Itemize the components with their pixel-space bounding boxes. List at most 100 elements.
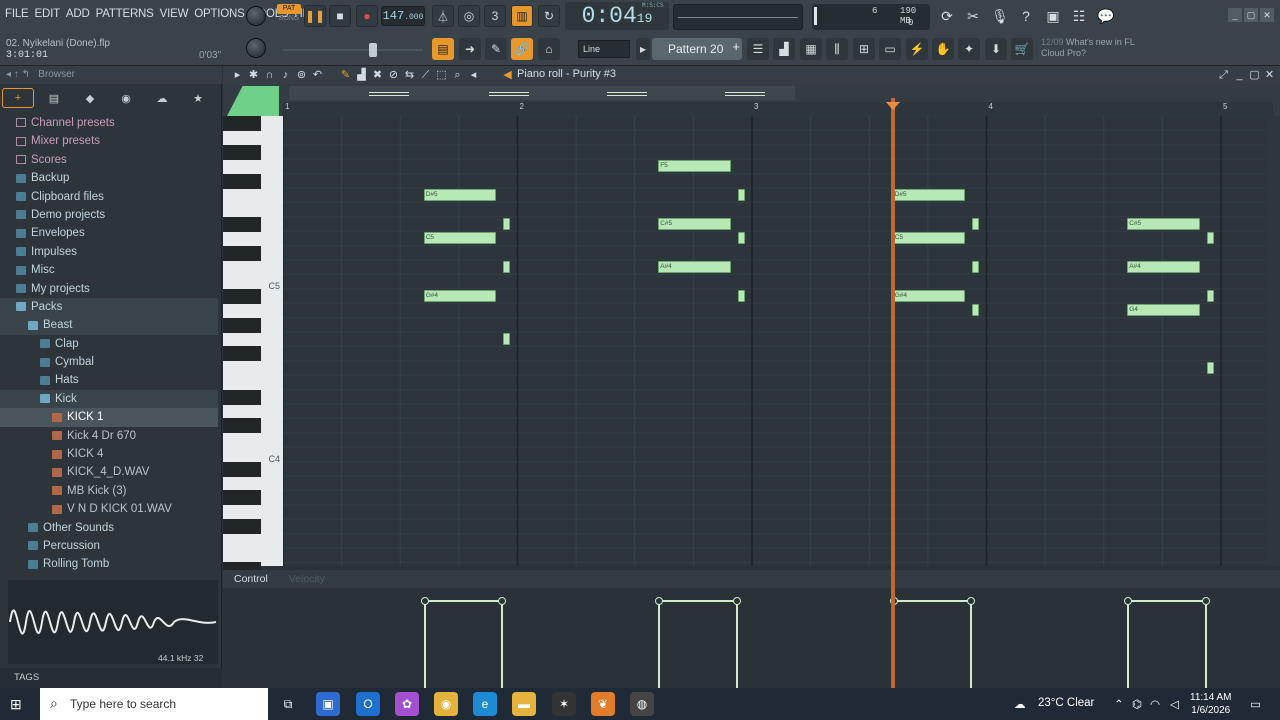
next-button[interactable]: ➜ <box>459 38 481 60</box>
close-button[interactable]: ✕ <box>1260 8 1274 22</box>
menu-file[interactable]: FILE <box>4 8 30 20</box>
draw-button[interactable]: ✎ <box>485 38 507 60</box>
channel-rack-button[interactable]: ☰ <box>747 38 769 60</box>
browser-item[interactable]: Impulses <box>0 243 218 261</box>
file-explorer-icon[interactable]: ▬ <box>512 692 536 716</box>
playhead-marker[interactable] <box>886 102 900 110</box>
black-key[interactable] <box>223 288 261 304</box>
browser-item[interactable]: Kick 4 Dr 670 <box>0 427 218 445</box>
close-icon[interactable]: ✕ <box>1263 69 1276 82</box>
browser-item[interactable]: Hats <box>0 371 218 389</box>
browser-item[interactable]: Packs <box>0 297 218 317</box>
taskbar-search[interactable]: ⌕ Type here to search <box>40 688 268 720</box>
browser-item[interactable]: Clipboard files <box>0 188 218 206</box>
detach-icon[interactable]: ⤢ <box>1217 69 1230 82</box>
system-clock[interactable]: 11:14 AM 1/6/2026 <box>1190 691 1232 717</box>
menu-add[interactable]: ADD <box>65 8 91 20</box>
channel-color-tab[interactable] <box>227 86 279 116</box>
control-parameter[interactable]: Velocity <box>289 573 325 585</box>
pattern-selector[interactable]: Pattern 20 + <box>652 38 742 60</box>
piano-roll-note[interactable] <box>503 261 511 273</box>
wait-input-button[interactable]: ◎ <box>458 5 480 27</box>
edison-button[interactable]: ✦ <box>958 38 980 60</box>
menu-arrow-icon[interactable]: ▸ <box>231 69 244 82</box>
select-icon[interactable]: ⬚ <box>435 69 448 82</box>
piano-roll-note[interactable]: A#4 <box>658 261 731 273</box>
piano-roll-note[interactable]: G#4 <box>423 289 497 302</box>
piano-roll-note[interactable] <box>1206 361 1214 374</box>
slider-handle[interactable] <box>369 43 377 57</box>
browser-item[interactable]: KICK 1 <box>0 408 218 427</box>
outlook-icon[interactable]: O <box>356 692 380 716</box>
chrome-icon[interactable]: ◉ <box>434 692 458 716</box>
copilot-icon[interactable]: ✿ <box>395 692 419 716</box>
black-key[interactable] <box>223 461 261 477</box>
weather-text[interactable]: 23°C Clear <box>1038 697 1094 709</box>
link-button[interactable]: 🔗 <box>511 38 533 60</box>
stop-button[interactable]: ■ <box>329 5 351 27</box>
browser-button[interactable]: ⊞ <box>853 38 875 60</box>
pencil-icon[interactable]: ✎ <box>339 69 352 82</box>
tempo-display[interactable]: 147.000 <box>381 6 425 26</box>
browser-item[interactable]: Percussion <box>0 537 218 555</box>
maximize-icon[interactable]: ▢ <box>1248 69 1261 82</box>
piano-roll-note[interactable]: D#5 <box>423 189 497 201</box>
fl-plugin-icon[interactable]: ✶ <box>552 692 576 716</box>
piano-roll-timeline[interactable]: 1 2 3 4 5 <box>223 84 1280 116</box>
browser-item[interactable]: Clap <box>0 335 218 353</box>
browser-item[interactable]: Misc <box>0 261 218 279</box>
time-display[interactable]: M:S:CS 0:0419 <box>565 2 669 30</box>
feedback-button[interactable]: 💬 <box>1095 5 1117 27</box>
browser-item[interactable]: Beast <box>0 316 218 335</box>
song-mode[interactable]: SONG <box>277 14 301 24</box>
note-grid[interactable]: D#5 C5 G#4 F5 C#5 A#4 D#5 C5 G#4 C#5 A#4 G4 <box>283 116 1266 566</box>
piano-roll-note[interactable] <box>972 261 980 273</box>
save-button[interactable]: ▣ <box>1042 5 1064 27</box>
minimize-button[interactable]: _ <box>1228 8 1242 22</box>
menu-options[interactable]: OPTIONS <box>193 8 245 20</box>
playhead[interactable] <box>891 98 895 688</box>
tray-chevron-icon[interactable]: ⌃ <box>1114 697 1124 711</box>
target-icon[interactable]: ⊚ <box>295 69 308 82</box>
piano-roll-note[interactable] <box>972 304 980 317</box>
overview-strip[interactable] <box>289 86 795 100</box>
menu-view[interactable]: VIEW <box>159 8 190 20</box>
all-tab-icon[interactable]: + <box>2 88 34 108</box>
edge-icon[interactable]: e <box>473 692 497 716</box>
piano-roll-button[interactable]: ▟ <box>773 38 795 60</box>
black-key[interactable] <box>223 144 261 160</box>
undo-icon[interactable]: ↶ <box>311 69 324 82</box>
pat-mode[interactable]: PAT <box>277 4 301 14</box>
browser-item[interactable]: KICK 4 <box>0 445 218 463</box>
browser-item[interactable]: Kick <box>0 389 218 409</box>
windows-start-icon[interactable]: ⊞ <box>10 696 26 712</box>
velocity-bar[interactable] <box>655 597 741 688</box>
task-view-icon[interactable]: ⧉ <box>276 692 300 716</box>
store-icon[interactable]: ▣ <box>316 692 340 716</box>
piano-roll-note[interactable]: C#5 <box>1127 217 1200 230</box>
browser-item[interactable]: KICK_4_D.WAV <box>0 463 218 481</box>
paint-icon[interactable]: ▟ <box>355 69 368 82</box>
piano-roll-note[interactable] <box>1206 232 1214 245</box>
black-key[interactable] <box>223 346 261 362</box>
browser-item[interactable]: Backup <box>0 169 218 187</box>
news-panel[interactable]: 12/09 What's new in FL Cloud Pro? <box>1041 37 1135 59</box>
playlist-button[interactable]: ▤ <box>432 38 454 60</box>
piano-roll-note[interactable]: G4 <box>1127 304 1200 317</box>
mixer-button[interactable]: ☷ <box>1068 5 1090 27</box>
slice-icon[interactable]: ⟋ <box>419 69 432 82</box>
event-control-bar[interactable]: Control Velocity <box>223 570 1280 588</box>
channel-icon[interactable]: ◀ <box>501 69 514 82</box>
pat-song-toggle[interactable]: PAT SONG <box>277 4 301 26</box>
black-key[interactable] <box>223 245 261 261</box>
plus-icon[interactable]: + <box>732 39 740 54</box>
browser-item[interactable]: Mixer presets <box>0 132 218 150</box>
bar-ruler[interactable]: 1 2 3 4 5 <box>283 102 1273 116</box>
black-key[interactable] <box>223 418 261 434</box>
shop-button[interactable]: 🛒 <box>1011 38 1033 60</box>
sounds-tab-icon[interactable]: ◉ <box>110 88 142 108</box>
browser-item[interactable]: Demo projects <box>0 206 218 224</box>
pattern-prev-button[interactable]: ▸ <box>636 38 650 60</box>
plugin-button[interactable]: ⚡ <box>906 38 928 60</box>
notifications-icon[interactable]: ▭ <box>1250 697 1261 711</box>
